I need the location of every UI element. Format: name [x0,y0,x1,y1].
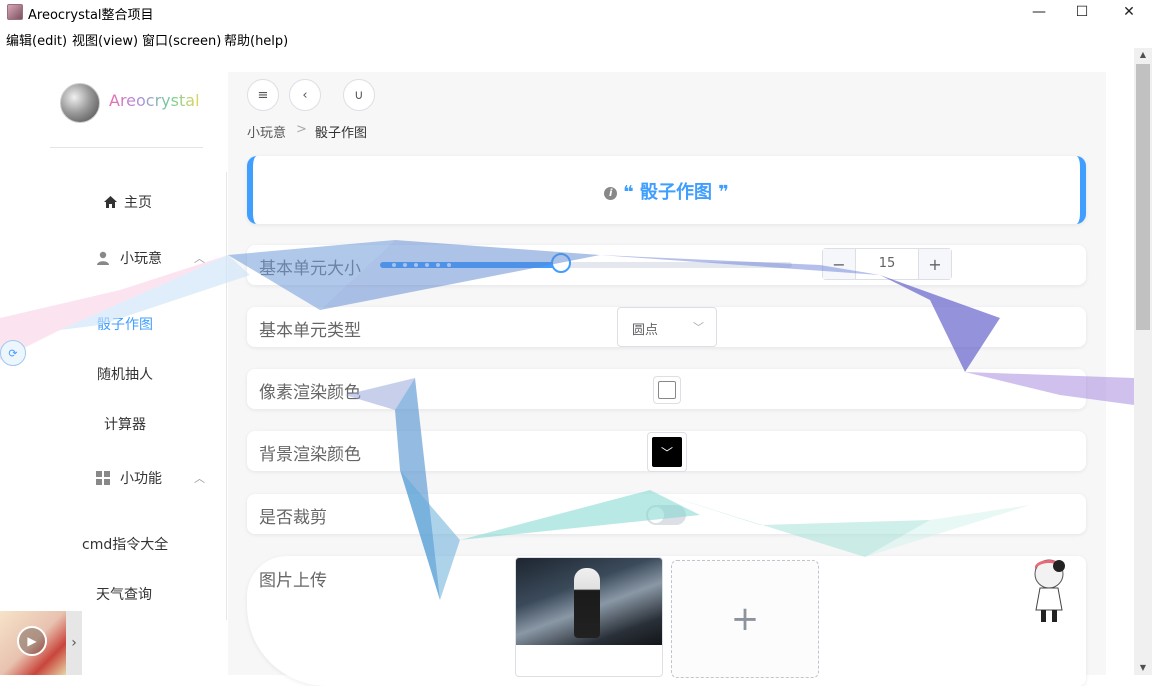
app-icon [7,4,23,20]
sidebar-item-home[interactable]: 主页 [103,192,152,212]
window-title: Areocrystal整合项目 [28,8,154,23]
unit-type-select[interactable]: 圆点 ﹀ [617,307,717,347]
unit-size-stepper: − 15 + [822,248,952,280]
sidebar-item-cmd[interactable]: cmd指令大全 [82,534,168,554]
play-icon[interactable]: ▶ [17,626,47,656]
sidebar-item-toys[interactable]: 小玩意 [96,248,162,268]
unit-type-value: 圆点 [632,323,659,338]
unit-size-value[interactable]: 15 [856,256,918,271]
refresh-float-button[interactable]: ⟳ [0,340,26,366]
sidebar-item-calculator[interactable]: 计算器 [104,414,146,434]
scrollbar-thumb[interactable] [1136,64,1150,330]
crop-label: 是否裁剪 [259,508,327,528]
sidebar-item-label: 小玩意 [120,251,162,267]
pixel-color-picker[interactable] [653,376,681,404]
sidebar-item-label: cmd指令大全 [82,537,169,553]
scroll-up-icon[interactable]: ▲ [1134,48,1152,62]
sidebar-item-features[interactable]: 小功能 [96,468,162,488]
home-icon [104,196,117,208]
slider-stop [392,263,396,267]
menu-help[interactable]: 帮助(help) [224,30,288,49]
slider-stop [436,263,440,267]
close-button[interactable]: ✕ [1106,0,1152,24]
page-title-wrap: i ❝ 骰子作图 ❞ [253,178,1080,204]
bg-color-picker[interactable]: ﹀ [647,432,687,472]
breadcrumb-separator: > [296,122,307,137]
slider-stop [425,263,429,267]
avatar [60,83,100,123]
minimize-button[interactable]: — [1016,0,1062,24]
menu-edit[interactable]: 编辑(edit) [6,30,67,49]
sidebar-item-label: 随机抽人 [97,367,153,383]
magnet-button[interactable]: ∪ [343,79,375,111]
slider-stop [447,263,451,267]
uploaded-image-thumbnail[interactable] [515,557,663,677]
sidebar-item-label: 骰子作图 [97,317,153,333]
sidebar-item-label: 小功能 [120,471,162,487]
sidebar-divider [226,172,227,620]
chevron-up-icon[interactable]: ︿ [194,470,205,486]
info-icon: i [604,187,618,200]
music-player-cover[interactable]: ▶ [0,611,66,675]
chevron-left-icon: ‹ [302,87,308,103]
uploaded-image-figure [574,568,600,638]
upload-add-button[interactable]: + [671,560,819,678]
bg-color-label: 背景渲染颜色 [259,445,361,465]
open-quote-icon: ❝ [623,182,640,203]
maximize-button[interactable]: ☐ [1059,0,1105,24]
sidebar [0,48,228,675]
chevron-down-icon: ﹀ [660,445,673,460]
sidebar-item-dice[interactable]: 骰子作图 [97,314,153,334]
mascot-figure [1034,559,1065,622]
sidebar-item-weather[interactable]: 天气查询 [96,584,152,604]
grid-icon [96,471,110,485]
slider-handle[interactable] [551,253,571,273]
back-button[interactable]: ‹ [289,79,321,111]
title-bar: Areocrystal整合项目 — ☐ ✕ [0,0,1152,24]
hamburger-icon: ≡ [257,87,269,103]
magnet-icon: ∪ [354,87,364,103]
unit-size-label: 基本单元大小 [259,259,361,279]
unit-type-label: 基本单元类型 [259,321,361,341]
bg-color-swatch: ﹀ [652,437,682,467]
sidebar-item-label: 主页 [124,195,152,211]
user-icon [97,251,109,265]
slider-stop [414,263,418,267]
close-quote-icon: ❞ [712,182,729,203]
crop-switch[interactable] [646,505,686,525]
menu-toggle-button[interactable]: ≡ [247,79,279,111]
sidebar-item-label: 计算器 [104,417,146,433]
pixel-color-swatch [658,381,676,399]
brand-divider [50,147,203,148]
menu-bar: 编辑(edit) 视图(view) 窗口(screen) 帮助(help) [0,26,1152,49]
switch-knob [648,507,664,523]
unit-size-slider[interactable] [380,262,792,268]
upload-label: 图片上传 [259,571,327,591]
slider-stop [403,263,407,267]
page-title: 骰子作图 [640,182,712,203]
refresh-icon: ⟳ [8,346,18,360]
sidebar-item-random[interactable]: 随机抽人 [97,364,153,384]
plus-icon: + [730,599,760,639]
sidebar-item-label: 天气查询 [96,587,152,603]
chevron-down-icon: ﹀ [693,321,704,334]
upload-row: 图片上传 [247,556,1086,686]
vertical-scrollbar[interactable]: ▲ ▼ [1134,48,1152,675]
scroll-down-icon[interactable]: ▼ [1134,661,1152,675]
menu-screen[interactable]: 窗口(screen) [142,30,221,49]
menu-view[interactable]: 视图(view) [72,30,138,49]
chevron-right-icon: › [71,635,77,651]
increment-button[interactable]: + [918,249,951,279]
slider-fill [380,262,561,268]
player-expand-tab[interactable]: › [66,611,82,675]
breadcrumb-parent[interactable]: 小玩意 [247,122,286,141]
pixel-color-label: 像素渲染颜色 [259,383,361,403]
chevron-up-icon[interactable]: ︿ [194,250,205,266]
page-header-card: i ❝ 骰子作图 ❞ [247,156,1086,224]
brand-name: Areocrystal [109,91,200,110]
decrement-button[interactable]: − [823,249,856,279]
breadcrumb-current: 骰子作图 [315,126,368,141]
